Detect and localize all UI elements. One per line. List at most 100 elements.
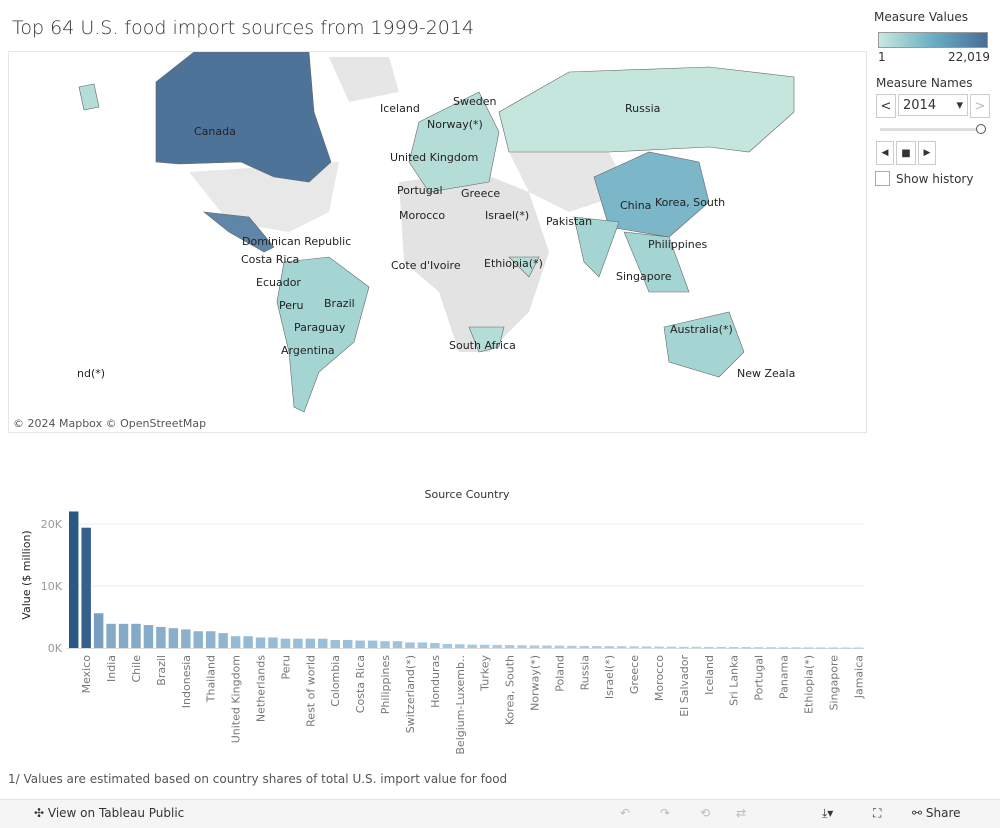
bar[interactable]: [280, 638, 291, 648]
world-map[interactable]: Canada Russia Iceland Sweden Norway(*) U…: [8, 51, 867, 433]
redo-button[interactable]: ↷: [660, 806, 670, 820]
bar[interactable]: [504, 645, 515, 648]
x-tick-label: Colombia: [329, 655, 342, 707]
bar[interactable]: [729, 647, 739, 649]
bar[interactable]: [380, 641, 390, 648]
bar[interactable]: [629, 646, 639, 648]
bar[interactable]: [293, 638, 303, 648]
bar[interactable]: [355, 640, 365, 648]
bar[interactable]: [666, 646, 677, 649]
download-icon: ⤓▾: [822, 806, 834, 820]
bar[interactable]: [579, 645, 590, 648]
bar[interactable]: [679, 646, 689, 649]
bar[interactable]: [417, 642, 428, 648]
play-backward-button[interactable]: ◀: [876, 141, 894, 165]
bar[interactable]: [803, 647, 814, 649]
show-history-checkbox[interactable]: [875, 171, 890, 186]
bar[interactable]: [118, 623, 129, 648]
view-on-tableau-button[interactable]: ✣ View on Tableau Public: [34, 806, 184, 820]
next-year-button[interactable]: >: [970, 94, 990, 118]
bar[interactable]: [616, 646, 627, 648]
bar[interactable]: [131, 623, 141, 648]
bar[interactable]: [791, 647, 801, 649]
refresh-button[interactable]: ⇄: [736, 806, 746, 820]
bar[interactable]: [529, 645, 540, 648]
fullscreen-button[interactable]: ⛶: [873, 806, 881, 821]
revert-icon: ⟲: [700, 806, 711, 820]
revert-button[interactable]: ⟲: [700, 806, 710, 820]
bar[interactable]: [243, 636, 253, 648]
bar[interactable]: [841, 647, 851, 649]
play-forward-button[interactable]: ▶: [918, 141, 936, 165]
bar[interactable]: [193, 631, 203, 648]
bar[interactable]: [766, 647, 776, 649]
bar[interactable]: [81, 527, 91, 648]
bar[interactable]: [604, 646, 614, 648]
year-dropdown[interactable]: 2014 ▾: [898, 94, 968, 116]
bar[interactable]: [641, 646, 652, 648]
bar[interactable]: [367, 640, 378, 648]
bar[interactable]: [305, 638, 316, 648]
bar[interactable]: [517, 645, 527, 648]
map-label: Greece: [461, 187, 501, 200]
map-label: China: [620, 199, 652, 212]
bar[interactable]: [93, 613, 104, 648]
bar[interactable]: [156, 626, 166, 648]
bar[interactable]: [554, 645, 565, 648]
view-label: View on Tableau Public: [47, 806, 185, 820]
bar[interactable]: [828, 647, 839, 649]
bar[interactable]: [691, 646, 702, 649]
bar[interactable]: [342, 639, 353, 648]
bar[interactable]: [442, 643, 453, 648]
bar[interactable]: [753, 647, 764, 649]
prev-year-button[interactable]: <: [876, 94, 896, 118]
bar[interactable]: [268, 637, 278, 648]
bar[interactable]: [716, 646, 727, 649]
bar[interactable]: [69, 511, 79, 648]
map-attribution[interactable]: © 2024 Mapbox © OpenStreetMap: [13, 417, 206, 430]
x-tick-label: Switzerland(*): [404, 655, 417, 733]
bar[interactable]: [330, 639, 340, 648]
bar[interactable]: [392, 641, 403, 648]
x-tick-label: Norway(*): [528, 655, 541, 711]
bar[interactable]: [205, 631, 216, 648]
year-slider[interactable]: [880, 123, 986, 137]
bar[interactable]: [741, 647, 751, 649]
bar[interactable]: [255, 637, 266, 648]
bar[interactable]: [567, 645, 577, 648]
undo-button[interactable]: ↶: [620, 806, 630, 820]
x-tick-label: Philippines: [379, 655, 392, 715]
y-tick-label: 20K: [41, 518, 63, 531]
bar[interactable]: [230, 636, 241, 648]
slider-handle[interactable]: [976, 124, 986, 134]
map-label: Portugal: [397, 184, 443, 197]
page-title: Top 64 U.S. food import sources from 199…: [12, 17, 475, 39]
share-button[interactable]: ⚯ Share: [912, 806, 961, 820]
bar[interactable]: [430, 643, 440, 648]
bar[interactable]: [542, 645, 552, 648]
bar[interactable]: [318, 638, 328, 648]
map-label: Paraguay: [294, 321, 346, 334]
bar[interactable]: [592, 646, 602, 648]
x-tick-label: Poland: [553, 655, 566, 692]
bar[interactable]: [654, 646, 664, 649]
bar[interactable]: [455, 644, 465, 648]
bar[interactable]: [704, 646, 714, 649]
bar[interactable]: [479, 644, 490, 648]
bar[interactable]: [778, 647, 789, 649]
stop-button[interactable]: ■: [896, 141, 916, 165]
bar[interactable]: [218, 633, 228, 648]
download-button[interactable]: ⤓▾: [822, 806, 833, 821]
map-label: Brazil: [324, 297, 355, 310]
bar[interactable]: [467, 644, 477, 648]
bar[interactable]: [106, 623, 116, 648]
x-tick-label: Turkey: [479, 655, 492, 692]
bar[interactable]: [492, 644, 502, 648]
bar[interactable]: [181, 629, 191, 648]
measure-names-title: Measure Names: [876, 76, 973, 90]
bar[interactable]: [853, 647, 863, 650]
bar[interactable]: [816, 647, 826, 649]
bar[interactable]: [143, 625, 154, 648]
bar[interactable]: [405, 642, 415, 648]
bar[interactable]: [168, 628, 179, 648]
